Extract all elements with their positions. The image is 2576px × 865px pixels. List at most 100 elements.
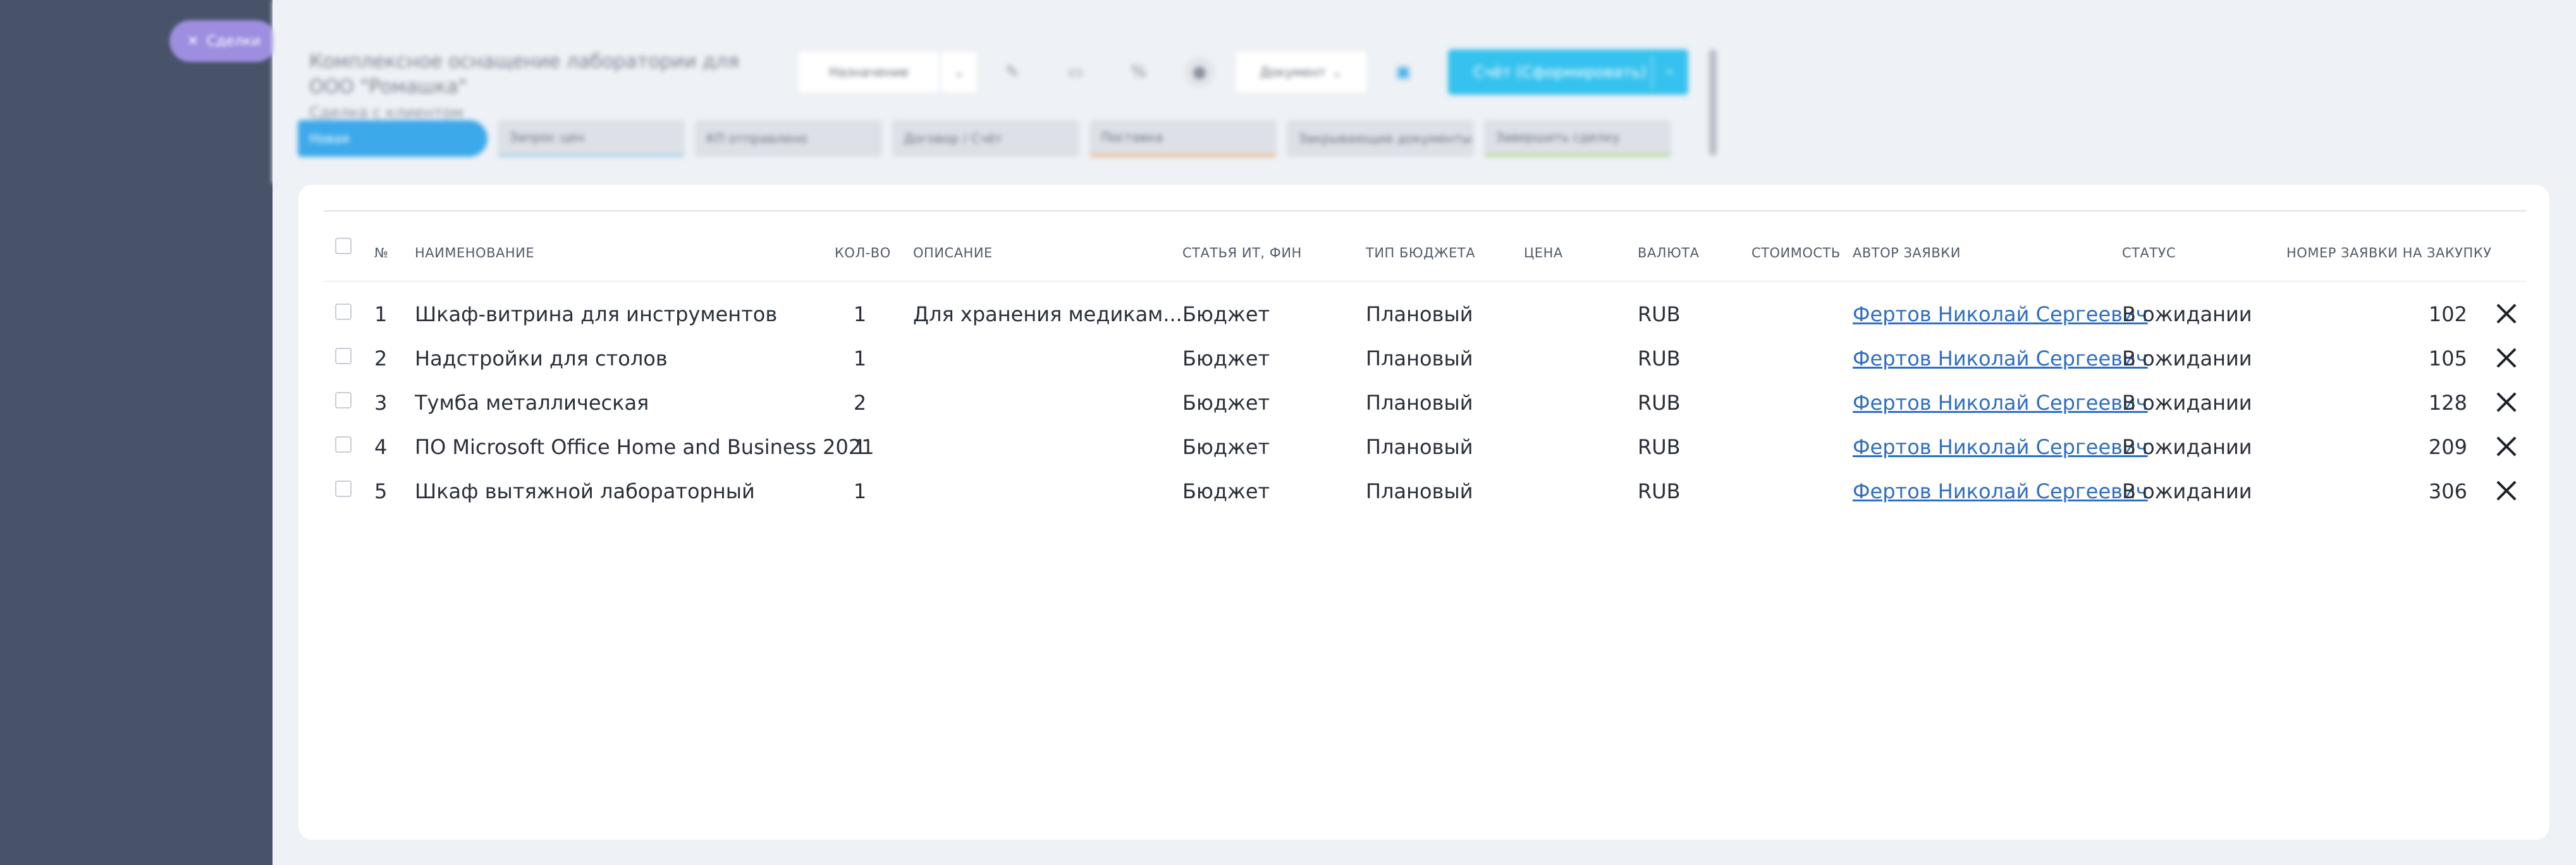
cell-num: 2 bbox=[374, 347, 388, 371]
deal-title: Комплексное оснащение лаборатории для ОО… bbox=[309, 51, 739, 98]
table-row[interactable]: 1 Шкаф-витрина для инструментов 1 Для хр… bbox=[298, 291, 2549, 335]
close-icon[interactable] bbox=[2495, 391, 2518, 414]
assignment-select[interactable]: Назначение bbox=[797, 51, 940, 94]
stage-finish-deal[interactable]: Завершить сделку bbox=[1484, 120, 1671, 157]
cell-article: Бюджет bbox=[1182, 347, 1270, 371]
table-row[interactable]: 3 Тумба металлическая 2 Бюджет Плановый … bbox=[298, 379, 2549, 424]
clipboard-icon[interactable]: ▣ bbox=[1388, 57, 1418, 87]
column-header-status: СТАТУС bbox=[2122, 245, 2176, 261]
close-icon[interactable] bbox=[2495, 302, 2518, 325]
deals-pill-button[interactable]: ✕ Сделки bbox=[169, 20, 277, 62]
sidebar bbox=[0, 0, 273, 865]
cell-purchase-number: 128 bbox=[2428, 391, 2467, 415]
cell-author-link[interactable]: Фертов Николай Сергеевич bbox=[1853, 479, 2148, 503]
column-header-name: НАИМЕНОВАНИЕ bbox=[415, 245, 535, 261]
cell-budget-type: Плановый bbox=[1366, 391, 1473, 415]
row-checkbox[interactable] bbox=[335, 304, 352, 320]
cell-purchase-number: 102 bbox=[2428, 302, 2467, 326]
stage-label: Закрывающие документы bbox=[1298, 131, 1472, 146]
cell-name: ПО Microsoft Office Home and Business 20… bbox=[415, 435, 874, 459]
assignment-dropdown-toggle[interactable]: ⌄ bbox=[940, 51, 978, 94]
cell-name: Шкаф-витрина для инструментов bbox=[415, 302, 778, 326]
cell-status: В ожидании bbox=[2122, 302, 2252, 326]
document-dropdown-label: Документ bbox=[1260, 64, 1326, 80]
cell-status: В ожидании bbox=[2122, 479, 2252, 503]
column-header-cost: СТОИМОСТЬ bbox=[1751, 245, 1841, 261]
cell-currency: RUB bbox=[1638, 391, 1681, 415]
close-icon: ✕ bbox=[187, 33, 199, 49]
stage-contract-invoice[interactable]: Договор / Счёт bbox=[892, 120, 1079, 157]
stage-label: Поставка bbox=[1101, 130, 1163, 145]
stage-delivery[interactable]: Поставка bbox=[1089, 120, 1277, 157]
cell-num: 5 bbox=[374, 479, 388, 503]
table-row[interactable]: 2 Надстройки для столов 1 Бюджет Плановы… bbox=[298, 335, 2549, 379]
cell-author-link[interactable]: Фертов Николай Сергеевич bbox=[1853, 391, 2148, 415]
column-header-article: СТАТЬЯ ИТ, ФИН bbox=[1182, 245, 1302, 261]
column-header-currency: ВАЛЮТА bbox=[1638, 245, 1700, 261]
comment-icon[interactable]: ▭ bbox=[1060, 57, 1091, 87]
cell-qty: 2 bbox=[853, 391, 867, 415]
divider bbox=[324, 210, 2527, 212]
cell-currency: RUB bbox=[1638, 347, 1681, 371]
column-header-num: № bbox=[374, 245, 389, 261]
table-row[interactable]: 4 ПО Microsoft Office Home and Business … bbox=[298, 424, 2549, 468]
items-table-card: № НАИМЕНОВАНИЕ КОЛ-ВО ОПИСАНИЕ СТАТЬЯ ИТ… bbox=[298, 185, 2549, 840]
cell-name: Надстройки для столов bbox=[415, 347, 668, 371]
cell-author-link[interactable]: Фертов Николай Сергеевич bbox=[1853, 302, 2148, 326]
cell-budget-type: Плановый bbox=[1366, 479, 1473, 503]
select-all-checkbox[interactable] bbox=[335, 238, 352, 254]
header-scrollbar[interactable] bbox=[1709, 49, 1717, 156]
percent-icon[interactable]: % bbox=[1124, 57, 1154, 87]
deals-pill-label: Сделки bbox=[206, 33, 261, 49]
row-checkbox[interactable] bbox=[335, 436, 352, 453]
cell-currency: RUB bbox=[1638, 302, 1681, 326]
divider bbox=[324, 281, 2527, 282]
cell-purchase-number: 209 bbox=[2428, 435, 2467, 459]
pencil-icon[interactable]: ✎ bbox=[997, 57, 1027, 87]
chevron-down-icon[interactable]: ⌄ bbox=[1664, 62, 1676, 78]
cell-budget-type: Плановый bbox=[1366, 435, 1473, 459]
stage-offer-sent[interactable]: КП отправлено bbox=[695, 120, 882, 157]
record-icon[interactable]: ● bbox=[1184, 57, 1215, 87]
close-icon[interactable] bbox=[2495, 347, 2518, 369]
column-header-qty: КОЛ-ВО bbox=[835, 245, 891, 261]
cell-currency: RUB bbox=[1638, 435, 1681, 459]
cell-budget-type: Плановый bbox=[1366, 347, 1473, 371]
assignment-select-value: Назначение bbox=[829, 64, 909, 80]
row-checkbox[interactable] bbox=[335, 392, 352, 408]
table-row[interactable]: 5 Шкаф вытяжной лабораторный 1 Бюджет Пл… bbox=[298, 468, 2549, 512]
cell-num: 1 bbox=[374, 302, 388, 326]
row-checkbox[interactable] bbox=[335, 481, 352, 497]
column-header-purchase-number: НОМЕР ЗАЯВКИ НА ЗАКУПКУ bbox=[2286, 245, 2492, 261]
chevron-down-icon: ⌄ bbox=[954, 64, 965, 80]
cell-status: В ожидании bbox=[2122, 347, 2252, 371]
cell-name: Шкаф вытяжной лабораторный bbox=[415, 479, 755, 503]
create-invoice-button[interactable]: Счёт (Сформировать) ⌄ bbox=[1448, 49, 1688, 95]
stage-closing-documents[interactable]: Закрывающие документы bbox=[1287, 120, 1474, 157]
deal-header: Комплексное оснащение лаборатории для ОО… bbox=[273, 0, 2576, 183]
button-divider bbox=[1652, 56, 1653, 89]
cell-description: Для хранения медикам... bbox=[913, 302, 1182, 326]
cell-budget-type: Плановый bbox=[1366, 302, 1473, 326]
cell-article: Бюджет bbox=[1182, 479, 1270, 503]
stage-price-request[interactable]: Запрос цен bbox=[498, 120, 685, 157]
column-header-description: ОПИСАНИЕ bbox=[913, 245, 993, 261]
cell-author-link[interactable]: Фертов Николай Сергеевич bbox=[1853, 347, 2148, 371]
cell-author-link[interactable]: Фертов Николай Сергеевич bbox=[1853, 435, 2148, 459]
close-icon[interactable] bbox=[2495, 479, 2518, 502]
column-header-price: ЦЕНА bbox=[1524, 245, 1563, 261]
cell-status: В ожидании bbox=[2122, 391, 2252, 415]
cell-article: Бюджет bbox=[1182, 391, 1270, 415]
row-checkbox[interactable] bbox=[335, 348, 352, 364]
cell-purchase-number: 306 bbox=[2428, 479, 2467, 503]
stage-label: Завершить сделку bbox=[1495, 130, 1620, 145]
cell-qty: 1 bbox=[853, 479, 867, 503]
cell-num: 3 bbox=[374, 391, 388, 415]
stage-new[interactable]: Новая bbox=[298, 120, 488, 157]
cell-qty: 1 bbox=[853, 302, 867, 326]
document-dropdown[interactable]: Документ ⌄ bbox=[1235, 51, 1368, 94]
cell-num: 4 bbox=[374, 435, 388, 459]
cell-status: В ожидании bbox=[2122, 435, 2252, 459]
column-header-budget-type: ТИП БЮДЖЕТА bbox=[1366, 245, 1476, 261]
close-icon[interactable] bbox=[2495, 435, 2518, 458]
